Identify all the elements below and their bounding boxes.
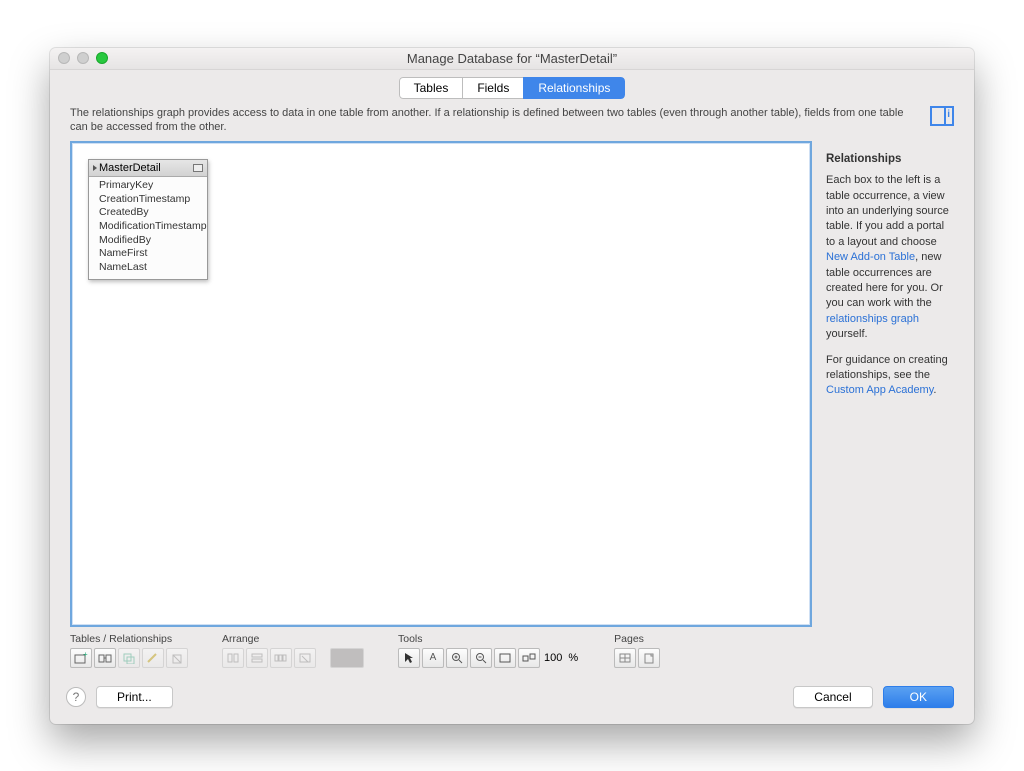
minimize-window-icon[interactable] — [77, 52, 89, 64]
add-relationship-button[interactable] — [94, 648, 116, 668]
page-setup-button[interactable] — [638, 648, 660, 668]
window-controls — [58, 52, 108, 64]
group-label-tables-relationships: Tables / Relationships — [70, 633, 188, 645]
text-tool-button[interactable]: A — [422, 648, 444, 668]
help-paragraph-1: Each box to the left is a table occurren… — [826, 173, 954, 342]
page-breaks-button[interactable] — [614, 648, 636, 668]
delete-button — [166, 648, 188, 668]
help-paragraph-2: For guidance on creating relationships, … — [826, 353, 954, 399]
align-horizontal-button — [246, 648, 268, 668]
tab-bar: Tables Fields Relationships — [50, 70, 974, 106]
tab-tables[interactable]: Tables — [399, 77, 464, 99]
zoom-in-button[interactable] — [446, 648, 468, 668]
description-bar: The relationships graph provides access … — [50, 106, 974, 142]
field-item[interactable]: ModifiedBy — [99, 234, 201, 248]
relationships-canvas[interactable]: MasterDetail PrimaryKey CreationTimestam… — [70, 141, 812, 626]
manage-database-window: Manage Database for “MasterDetail” Table… — [50, 48, 974, 724]
print-button[interactable]: Print... — [96, 686, 173, 708]
link-relationships-graph[interactable]: relationships graph — [826, 313, 919, 325]
link-new-addon-table[interactable]: New Add-on Table — [826, 251, 915, 263]
field-item[interactable]: ModificationTimestamp — [99, 220, 201, 234]
zoom-value: 100 — [542, 652, 564, 664]
table-occurrence-name: MasterDetail — [99, 162, 161, 174]
color-button — [330, 648, 364, 668]
duplicate-button — [118, 648, 140, 668]
table-occurrence-toggle-icon[interactable] — [193, 164, 203, 172]
edit-button — [142, 648, 164, 668]
resize-button — [294, 648, 316, 668]
table-occurrence-masterdetail[interactable]: MasterDetail PrimaryKey CreationTimestam… — [88, 159, 208, 279]
help-heading: Relationships — [826, 151, 954, 167]
cancel-button[interactable]: Cancel — [793, 686, 872, 708]
pointer-tool-button[interactable] — [398, 648, 420, 668]
field-item[interactable]: CreatedBy — [99, 206, 201, 220]
group-label-arrange: Arrange — [222, 633, 364, 645]
tab-relationships[interactable]: Relationships — [523, 77, 625, 99]
tab-fields[interactable]: Fields — [462, 77, 524, 99]
maximize-window-icon[interactable] — [96, 52, 108, 64]
distribute-button — [270, 648, 292, 668]
fit-button[interactable] — [494, 648, 516, 668]
footer: ? Print... Cancel OK — [50, 676, 974, 724]
field-item[interactable]: NameLast — [99, 261, 201, 275]
description-text: The relationships graph provides access … — [70, 106, 920, 136]
window-title: Manage Database for “MasterDetail” — [407, 51, 617, 66]
ok-button[interactable]: OK — [883, 686, 954, 708]
titlebar: Manage Database for “MasterDetail” — [50, 48, 974, 70]
zoom-out-button[interactable] — [470, 648, 492, 668]
close-window-icon[interactable] — [58, 52, 70, 64]
group-label-tools: Tools — [398, 633, 580, 645]
table-occurrence-fields: PrimaryKey CreationTimestamp CreatedBy M… — [89, 177, 207, 278]
add-table-button[interactable]: + — [70, 648, 92, 668]
field-item[interactable]: CreationTimestamp — [99, 193, 201, 207]
zoom-unit: % — [566, 652, 580, 664]
toolbar: Tables / Relationships + Arrange — [50, 627, 974, 676]
field-item[interactable]: PrimaryKey — [99, 179, 201, 193]
svg-text:+: + — [83, 652, 88, 659]
toggle-sidebar-icon[interactable]: i — [930, 106, 954, 126]
link-custom-app-academy[interactable]: Custom App Academy — [826, 384, 933, 396]
expand-arrow-icon — [93, 165, 97, 171]
select-related-button[interactable] — [518, 648, 540, 668]
field-item[interactable]: NameFirst — [99, 247, 201, 261]
group-label-pages: Pages — [614, 633, 660, 645]
align-vertical-button — [222, 648, 244, 668]
help-sidebar: Relationships Each box to the left is a … — [826, 141, 954, 626]
help-button[interactable]: ? — [66, 687, 86, 707]
